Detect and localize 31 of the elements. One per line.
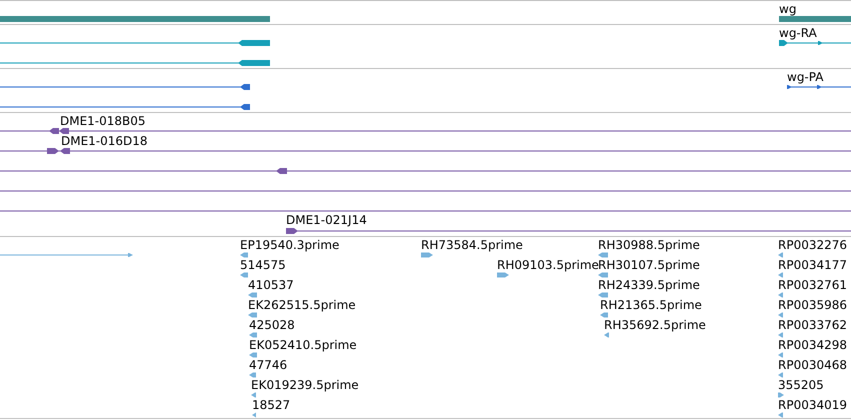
feature-label: 425028 [249,318,295,332]
feature-label: RP0033762 [778,318,848,332]
feature-label: RH21365.5prime [600,298,702,312]
feature-label: EK262515.5prime [248,298,356,312]
feature-label: 18527 [252,398,290,412]
feature-label: RP0035986 [778,298,848,312]
feature-label: 47746 [249,358,288,372]
feature-label: RP0034019 [778,398,848,412]
feature-label: EK052410.5prime [249,338,357,352]
feature-label: RP0032276 [778,238,848,252]
feature-label: DME1-021J14 [286,213,367,227]
feature-label: 410537 [248,278,294,292]
feature-label: RH30988.5prime [598,238,700,252]
feature-label: DME1-016D18 [61,134,148,148]
feature-label: wg [779,2,796,16]
feature-label: RP0034177 [778,258,848,272]
feature-label: wg-RA [779,26,817,40]
feature-label: RP0032761 [778,278,848,292]
feature-label: RH73584.5prime [421,238,523,252]
feature-label: DME1-018B05 [60,114,146,128]
feature-label: RH09103.5prime [497,258,599,272]
feature-label: RP0030468 [778,358,848,372]
feature-label: wg-PA [787,70,824,84]
feature-label: RH35692.5prime [604,318,706,332]
feature-label: EK019239.5prime [251,378,359,392]
feature-label: EP19540.3prime [240,238,340,252]
feature-label: 514575 [240,258,286,272]
feature-label: RP0034298 [778,338,848,352]
feature-label: 355205 [778,378,824,392]
feature-label: RH30107.5prime [598,258,700,272]
feature-label: RH24339.5prime [598,278,700,292]
